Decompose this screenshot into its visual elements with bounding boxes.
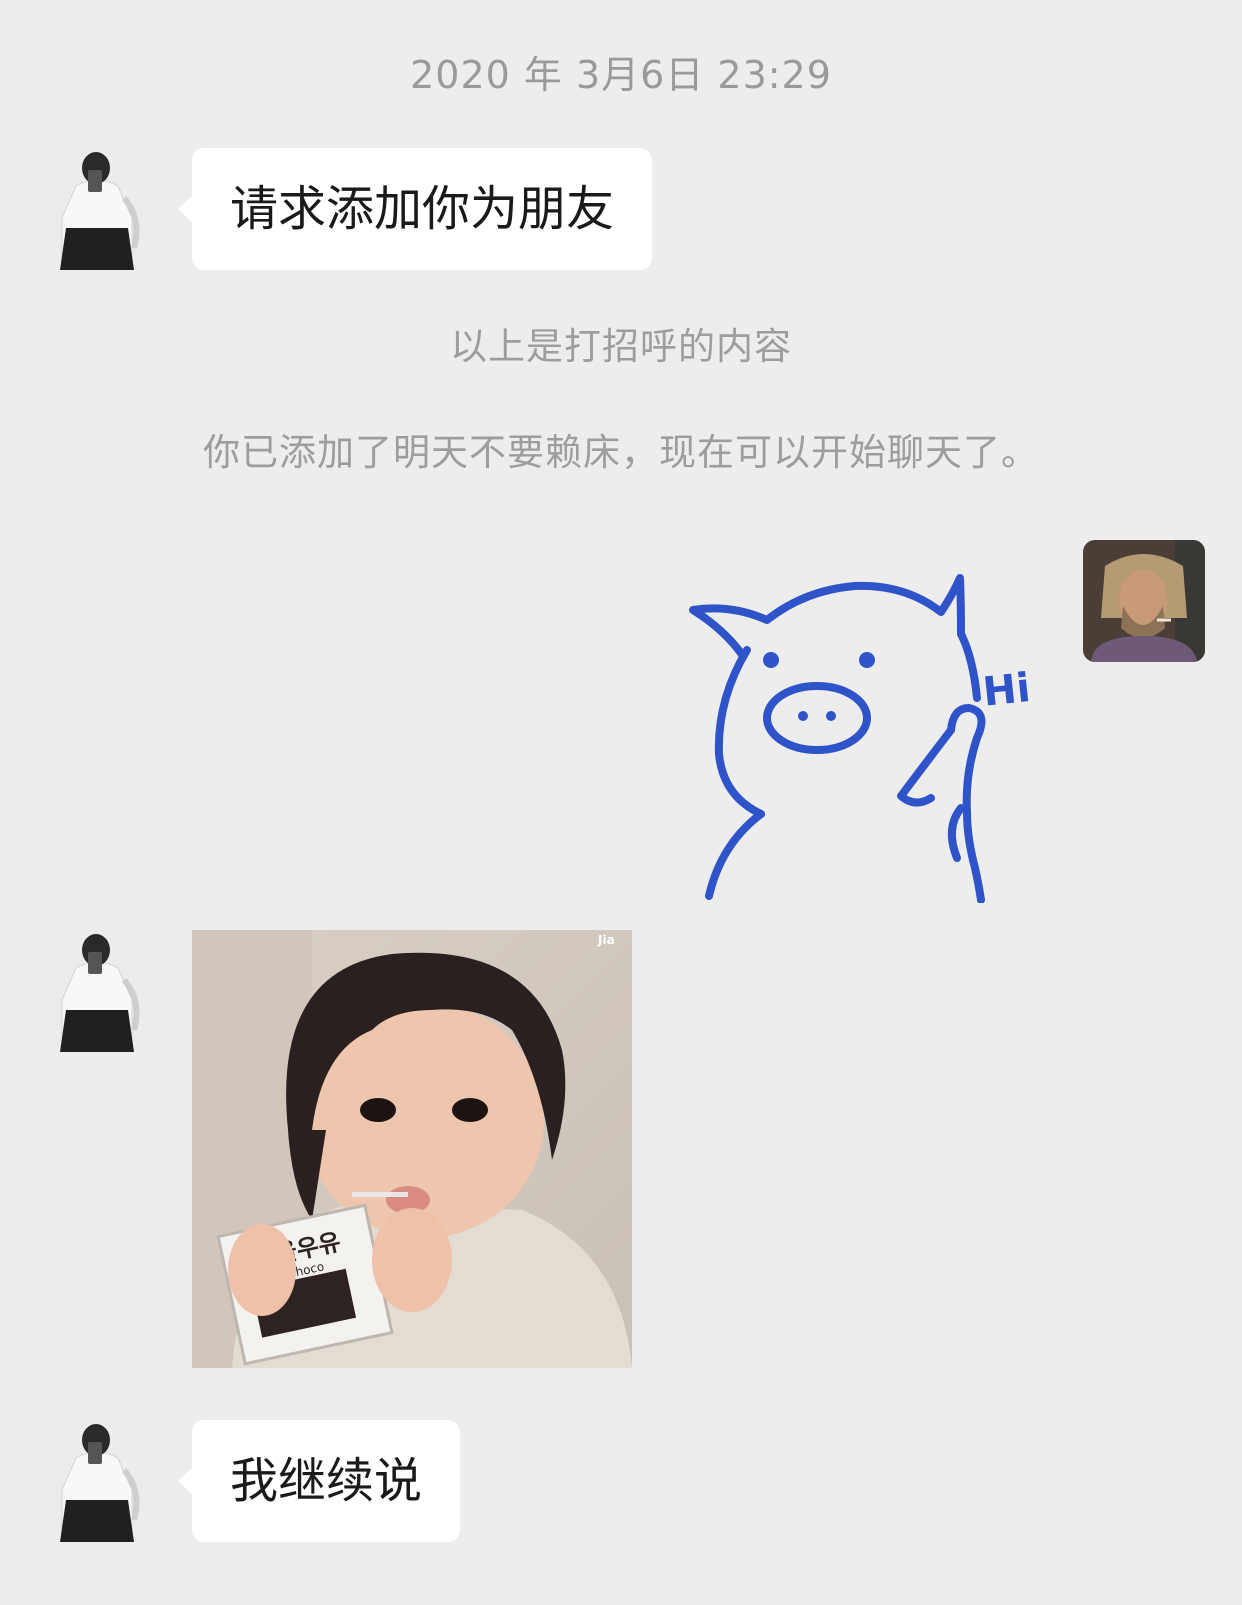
contact-avatar[interactable] [36,1420,158,1542]
sticker-pig-hi[interactable]: Hi [685,568,1045,904]
chat-timestamp: 2020 年 3月6日 23:29 [410,53,832,97]
sticker-hi-text: Hi [981,665,1033,716]
image-watermark: Jia [597,933,615,947]
message-image[interactable]: 서울우유 Choco Jia [192,930,632,1368]
message-bubble-text[interactable]: 我继续说 [177,1420,461,1542]
system-notice-added: 你已添加了明天不要赖床，现在可以开始聊天了。 [203,431,1039,474]
my-avatar[interactable] [1083,540,1205,662]
system-notice-greeting: 以上是打招呼的内容 [450,325,792,368]
message-bubble-text[interactable]: 请求添加你为朋友 [177,148,653,270]
pig-waving-icon: Hi [689,574,1033,904]
contact-avatar[interactable] [36,930,158,1052]
contact-avatar[interactable] [36,148,158,270]
